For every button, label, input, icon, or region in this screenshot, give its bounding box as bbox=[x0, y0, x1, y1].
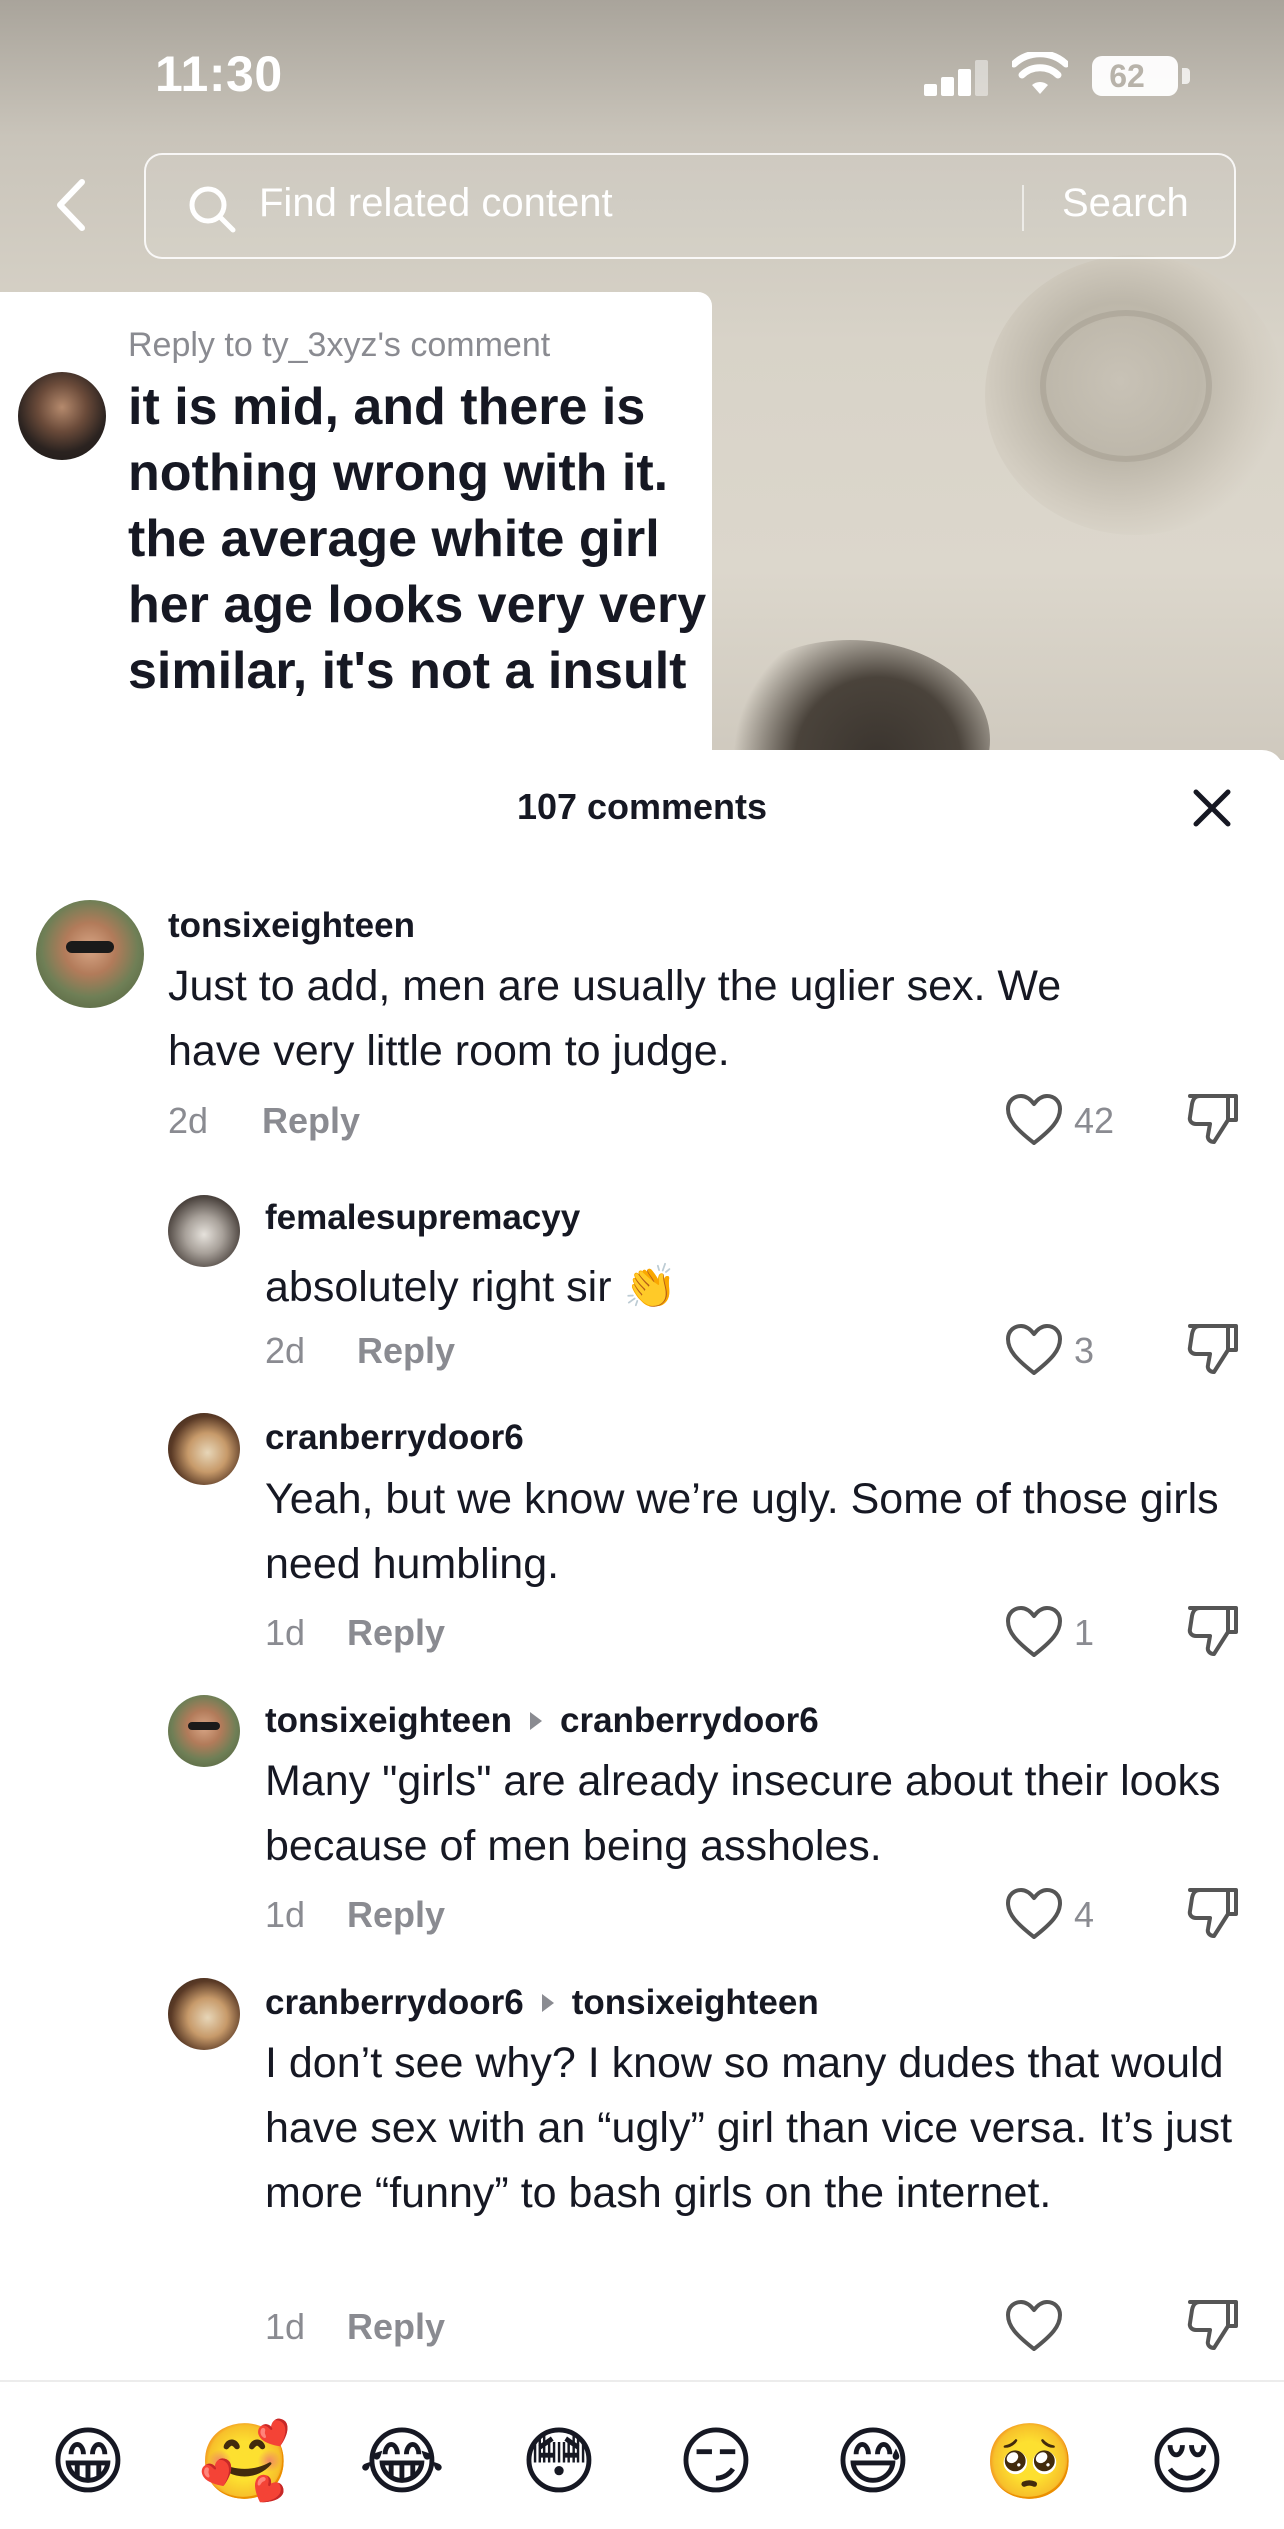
like-count: 1 bbox=[1074, 1612, 1095, 1653]
comment-username-text[interactable]: tonsixeighteen bbox=[265, 1701, 512, 1740]
avatar[interactable] bbox=[168, 1695, 240, 1767]
heart-outline-icon[interactable] bbox=[1004, 1604, 1064, 1660]
battery-level: 62 bbox=[1109, 58, 1145, 94]
reply-button[interactable]: Reply bbox=[347, 1894, 445, 1936]
close-icon[interactable] bbox=[1190, 786, 1234, 830]
reply-button[interactable]: Reply bbox=[262, 1100, 360, 1142]
comment-username[interactable]: tonsixeighteen bbox=[168, 906, 415, 946]
chevron-left-icon[interactable] bbox=[38, 170, 108, 240]
comment-text: Many "girls" are already insecure about … bbox=[265, 1757, 1221, 1870]
reply-to-username[interactable]: tonsixeighteen bbox=[572, 1983, 819, 2022]
reply-arrow-icon bbox=[529, 1711, 542, 1730]
reply-to-username[interactable]: cranberrydoor6 bbox=[560, 1701, 819, 1740]
comment-text: Yeah, but we know we’re ugly. Some of th… bbox=[265, 1475, 1219, 1588]
wifi-icon bbox=[1012, 52, 1068, 94]
emoji-relieved-button[interactable]: 😌 bbox=[1137, 2422, 1237, 2502]
battery-icon: 62 bbox=[1092, 56, 1178, 96]
emoji-hearts-button[interactable]: 🥰 bbox=[195, 2422, 295, 2502]
sticker-reply-to: Reply to ty_3xyz's comment bbox=[128, 326, 551, 364]
emoji-sweat-smile-button[interactable]: 😅 bbox=[823, 2422, 923, 2502]
sticker-text: it is mid, and there is nothing wrong wi… bbox=[128, 378, 707, 700]
cellular-signal-icon bbox=[924, 60, 990, 96]
like-count: 3 bbox=[1074, 1330, 1095, 1371]
emoji-joy-button[interactable]: 😂 bbox=[352, 2422, 452, 2502]
thumbs-down-icon[interactable] bbox=[1184, 2296, 1242, 2354]
thumbs-down-icon[interactable] bbox=[1184, 1320, 1242, 1378]
reply-button[interactable]: Reply bbox=[357, 1330, 455, 1372]
avatar[interactable] bbox=[168, 1413, 240, 1485]
search-button[interactable]: Search bbox=[1062, 181, 1189, 226]
comment-time: 2d bbox=[168, 1100, 209, 1141]
status-bar: 11:30 62 bbox=[0, 0, 1284, 150]
emoji-flushed-button[interactable]: 😳 bbox=[509, 2422, 609, 2502]
avatar[interactable] bbox=[168, 1978, 240, 2050]
emoji-smirk-button[interactable]: 😏 bbox=[666, 2422, 766, 2502]
thumbs-down-icon[interactable] bbox=[1184, 1884, 1242, 1942]
thumbs-down-icon[interactable] bbox=[1184, 1090, 1242, 1148]
search-icon bbox=[189, 186, 236, 233]
like-count: 42 bbox=[1074, 1100, 1115, 1141]
video-object-hair bbox=[710, 640, 990, 760]
video-object-tape-roll bbox=[985, 255, 1284, 535]
reply-comment-sticker: Reply to ty_3xyz's comment it is mid, an… bbox=[0, 292, 712, 762]
avatar bbox=[18, 372, 106, 460]
heart-outline-icon[interactable] bbox=[1004, 1092, 1064, 1148]
search-input[interactable]: Find related content bbox=[259, 181, 613, 226]
reply-arrow-icon bbox=[541, 1993, 554, 2012]
thumbs-down-icon[interactable] bbox=[1184, 1602, 1242, 1660]
comment-username[interactable]: cranberrydoor6 bbox=[265, 1418, 524, 1458]
comment-username[interactable]: cranberrydoor6 tonsixeighteen bbox=[265, 1983, 819, 2023]
reply-button[interactable]: Reply bbox=[347, 2306, 445, 2348]
avatar[interactable] bbox=[36, 900, 144, 1008]
status-time: 11:30 bbox=[155, 46, 283, 102]
search-bar[interactable]: Find related content Search bbox=[144, 153, 1236, 259]
reply-button[interactable]: Reply bbox=[347, 1612, 445, 1654]
comment-username[interactable]: femalesupremacyy bbox=[265, 1198, 580, 1238]
heart-outline-icon[interactable] bbox=[1004, 1886, 1064, 1942]
heart-outline-icon[interactable] bbox=[1004, 2298, 1064, 2354]
comment-time: 1d bbox=[265, 1894, 306, 1935]
comment-time: 1d bbox=[265, 1612, 306, 1653]
like-count: 4 bbox=[1074, 1894, 1095, 1935]
comment-text: Just to add, men are usually the uglier … bbox=[168, 962, 1062, 1075]
heart-outline-icon[interactable] bbox=[1004, 1322, 1064, 1378]
emoji-pleading-button[interactable]: 🥺 bbox=[980, 2422, 1080, 2502]
emoji-quick-bar: 😁 🥰 😂 😳 😏 😅 🥺 😌 bbox=[0, 2380, 1284, 2529]
comment-text: absolutely right sir 👏 bbox=[265, 1263, 678, 1311]
comment-username-text[interactable]: cranberrydoor6 bbox=[265, 1983, 524, 2022]
search-divider bbox=[1022, 185, 1024, 231]
battery-cap bbox=[1182, 68, 1190, 84]
comment-time: 2d bbox=[265, 1330, 306, 1371]
comment-time: 1d bbox=[265, 2306, 306, 2347]
comment-username[interactable]: tonsixeighteen cranberrydoor6 bbox=[265, 1701, 819, 1741]
emoji-grinning-button[interactable]: 😁 bbox=[38, 2422, 138, 2502]
avatar[interactable] bbox=[168, 1195, 240, 1267]
comment-text: I don’t see why? I know so many dudes th… bbox=[265, 2039, 1233, 2217]
comments-count-title: 107 comments bbox=[516, 786, 768, 827]
